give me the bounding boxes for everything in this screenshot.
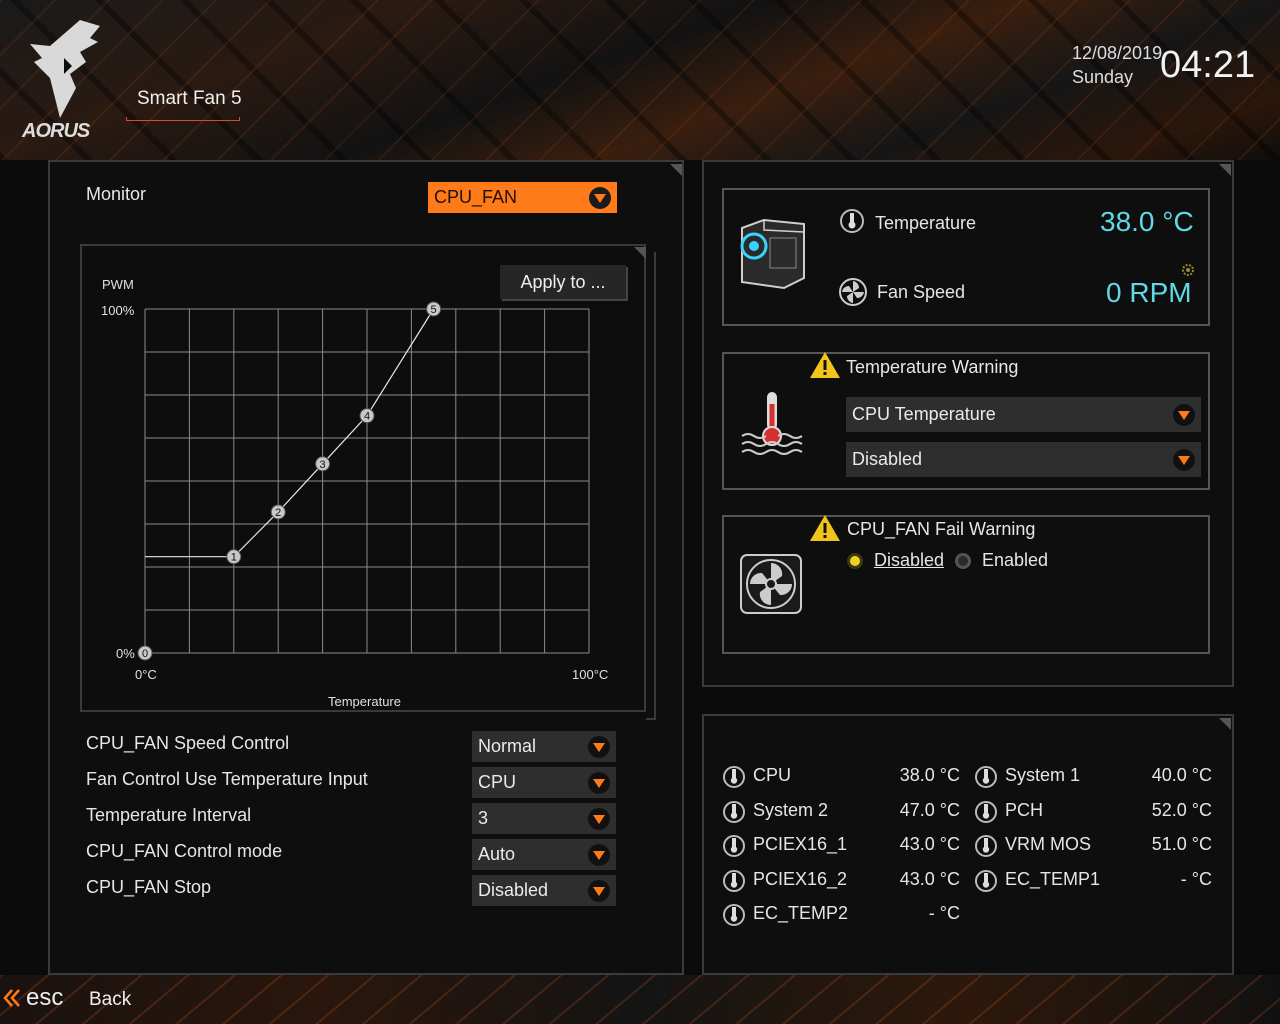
- curve-point-3[interactable]: 3: [315, 456, 331, 472]
- temperature-warning-title: Temperature Warning: [846, 357, 1019, 377]
- thermometer-icon: [723, 869, 745, 898]
- select-value: Normal: [478, 736, 537, 756]
- sensor-value: 52.0 °C: [1151, 799, 1212, 820]
- thermometer-icon: [723, 903, 745, 932]
- select-value: CPU Temperature: [852, 404, 996, 424]
- disabled-option-label[interactable]: Disabled: [874, 550, 944, 571]
- chevron-down-icon: [588, 807, 610, 830]
- sensor-name: CPU: [753, 765, 792, 785]
- back-button[interactable]: Back: [89, 989, 131, 1011]
- curve-point-label: 5: [431, 304, 437, 316]
- sensor-value: 51.0 °C: [1151, 834, 1212, 854]
- curve-point-label: 3: [320, 459, 326, 471]
- pc-case-icon: [740, 218, 805, 290]
- chevron-left-icon: [3, 989, 20, 1007]
- fan-icon: [839, 278, 867, 306]
- y-tick-label: 0%: [116, 646, 135, 661]
- sensor-value: - °C: [1180, 868, 1212, 889]
- control-mode-select[interactable]: Auto: [472, 839, 616, 870]
- y-axis-label: PWM: [102, 277, 134, 292]
- enabled-radio[interactable]: [955, 553, 971, 569]
- thermometer-icon: [975, 800, 997, 829]
- sensor-name: EC_TEMP1: [1005, 868, 1101, 889]
- warning-icon: [810, 515, 840, 541]
- sensor-value: 40.0 °C: [1151, 765, 1212, 785]
- curve-point-label: 4: [364, 411, 370, 423]
- y-tick-label: 100%: [101, 303, 135, 318]
- curve-point-label: 0: [142, 648, 148, 660]
- select-value: 3: [478, 808, 489, 828]
- thermometer-icon: [975, 765, 997, 794]
- curve-point-4[interactable]: 4: [359, 408, 375, 424]
- sensor-name: PCIEX16_2: [753, 868, 848, 889]
- sensor-name: VRM MOS: [1005, 834, 1092, 854]
- warning-value-select[interactable]: Disabled: [846, 442, 1201, 477]
- sensor-value: - °C: [928, 903, 960, 923]
- chart-curve: [145, 308, 435, 558]
- heat-thermometer-icon: [741, 392, 803, 455]
- panel-corner: [1219, 718, 1231, 730]
- curve-point-5[interactable]: 5: [426, 301, 442, 317]
- warning-icon: [810, 352, 840, 378]
- temperature-label: Temperature: [875, 213, 977, 233]
- temperature-interval-select[interactable]: 3: [472, 803, 616, 834]
- thermometer-icon: [975, 869, 997, 898]
- warning-source-select[interactable]: CPU Temperature: [846, 397, 1201, 432]
- x-tick-label: 0°C: [135, 667, 157, 682]
- x-axis-label: Temperature: [328, 694, 401, 709]
- chevron-down-icon: [1173, 448, 1195, 471]
- thermometer-icon: [975, 834, 997, 863]
- sensor-value: 47.0 °C: [899, 799, 960, 820]
- curve-point-1[interactable]: 1: [226, 549, 242, 565]
- chevron-down-icon: [588, 879, 610, 902]
- sensor-value: 43.0 °C: [899, 834, 960, 854]
- chevron-down-icon: [588, 771, 610, 794]
- setting-label: Temperature Interval: [86, 805, 252, 825]
- enabled-option-label[interactable]: Enabled: [982, 550, 1048, 571]
- chevron-down-icon: [1173, 403, 1195, 426]
- sensor-value: 43.0 °C: [899, 868, 960, 889]
- speed-control-select[interactable]: Normal: [472, 731, 616, 762]
- temperature-value: 38.0 °C: [1100, 206, 1194, 237]
- sensor-name: System 1: [1005, 765, 1081, 785]
- sensor-name: System 2: [753, 799, 829, 820]
- sensor-name: EC_TEMP2: [753, 903, 849, 923]
- curve-point-label: 2: [275, 507, 281, 519]
- sensor-name: PCIEX16_1: [753, 834, 848, 854]
- setting-label: CPU_FAN Stop: [86, 877, 212, 897]
- chevron-down-icon: [588, 843, 610, 866]
- thermometer-icon: [723, 800, 745, 829]
- setting-label: CPU_FAN Speed Control: [86, 733, 290, 753]
- chart-grid: [144, 308, 590, 654]
- thermometer-icon: [723, 765, 745, 794]
- gear-icon[interactable]: [1180, 262, 1196, 278]
- fan-speed-value: 0 RPM: [1106, 277, 1192, 308]
- setting-label: CPU_FAN Control mode: [86, 841, 283, 861]
- thermometer-icon: [723, 834, 745, 863]
- select-value: Disabled: [478, 880, 549, 900]
- setting-label: Fan Control Use Temperature Input: [86, 769, 368, 789]
- sensor-value: 38.0 °C: [899, 765, 960, 785]
- x-tick-label: 100°C: [572, 667, 608, 682]
- fan-stop-select[interactable]: Disabled: [472, 875, 616, 906]
- fan-speed-label: Fan Speed: [877, 282, 966, 302]
- sensor-name: PCH: [1005, 799, 1044, 820]
- temperature-input-select[interactable]: CPU: [472, 767, 616, 798]
- curve-point-0[interactable]: 0: [137, 645, 153, 661]
- disabled-radio[interactable]: [847, 553, 863, 569]
- curve-point-2[interactable]: 2: [270, 504, 286, 520]
- select-value: CPU: [478, 772, 517, 792]
- fan-curve-line: [233, 308, 435, 558]
- select-value: Disabled: [852, 449, 923, 469]
- thermometer-icon: [840, 209, 864, 233]
- chevron-down-icon: [588, 735, 610, 758]
- select-value: Auto: [478, 844, 516, 864]
- fan-fail-warning-title: CPU_FAN Fail Warning: [847, 519, 1036, 539]
- curve-point-label: 1: [231, 552, 237, 564]
- case-fan-icon: [740, 554, 802, 614]
- panel-corner: [1219, 164, 1231, 176]
- esc-key-label[interactable]: esc: [26, 984, 63, 1012]
